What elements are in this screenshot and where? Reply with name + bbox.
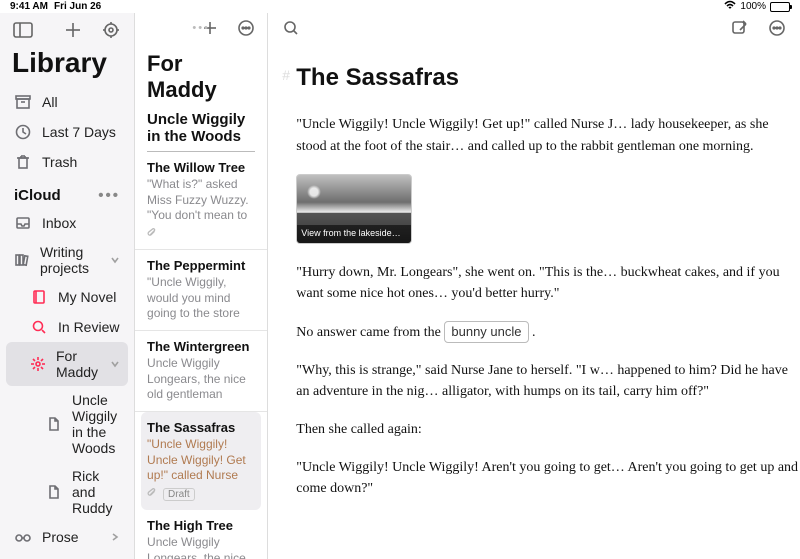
sidebar-item-label: All <box>42 94 58 110</box>
note-entry[interactable]: The Wintergreen Uncle Wiggily Longears, t… <box>135 331 267 412</box>
note-entry-preview: "Uncle Wiggily, would you mind going to … <box>147 275 255 322</box>
paragraph: "Uncle Wiggily! Uncle Wiggily! Aren't yo… <box>296 457 800 500</box>
sparkle-icon <box>30 355 46 373</box>
note-list-title: For Maddy <box>135 43 267 107</box>
archive-icon <box>14 93 32 111</box>
sidebar-item-last7[interactable]: Last 7 Days <box>6 117 128 147</box>
add-button[interactable] <box>62 19 84 41</box>
document-icon <box>46 483 62 501</box>
paperclip-icon <box>147 228 157 241</box>
note-entry-preview: "Uncle Wiggily! Uncle Wiggily! Get up!" … <box>147 437 255 484</box>
toggle-sidebar-button[interactable] <box>12 19 34 41</box>
chevron-down-icon[interactable] <box>110 356 120 372</box>
sidebar-item-label: Prose <box>42 529 79 545</box>
chevron-right-icon[interactable] <box>110 529 120 545</box>
sidebar-item-in-review[interactable]: In Review <box>6 312 128 342</box>
note-entry-title: The Wintergreen <box>147 339 255 354</box>
sidebar-item-all[interactable]: All <box>6 87 128 117</box>
paragraph: Then she called again: <box>296 419 800 441</box>
search-icon <box>30 318 48 336</box>
drag-handle-icon[interactable]: ••• <box>192 22 210 34</box>
search-in-note-button[interactable] <box>280 17 302 39</box>
sidebar-item-label: Rick and Ruddy <box>72 468 120 516</box>
sidebar-item-label: Inbox <box>42 215 76 231</box>
image-attachment[interactable]: View from the lakeside… <box>296 174 412 244</box>
wifi-icon <box>724 0 736 13</box>
sidebar-item-label: Last 7 Days <box>42 124 116 140</box>
note-list-group-header: Uncle Wiggily in the Woods <box>147 107 255 152</box>
library-sidebar: Library All Last 7 Days Trash iCloud ••• <box>0 13 135 559</box>
sidebar-item-rick-ruddy[interactable]: Rick and Ruddy <box>6 462 128 522</box>
note-entry[interactable]: The Sassafras "Uncle Wiggily! Uncle Wiggi… <box>141 412 261 510</box>
sidebar-item-label: In Review <box>58 319 119 335</box>
sidebar-item-label: Writing projects <box>40 244 100 276</box>
paperclip-icon <box>147 488 157 501</box>
note-entry[interactable]: The Willow Tree "What is?" asked Miss Fuz… <box>135 152 267 250</box>
status-bar: 9:41 AM Fri Jun 26 100% <box>0 0 800 13</box>
note-entry-meta: Draft <box>147 488 255 501</box>
compose-button[interactable] <box>728 17 750 39</box>
note-entry-meta <box>147 228 255 241</box>
battery-icon <box>770 2 790 12</box>
draft-badge: Draft <box>163 488 195 501</box>
sidebar-item-poetry[interactable]: Poetry <box>6 552 128 559</box>
sidebar-item-label: Uncle Wiggily in the Woods <box>72 392 120 456</box>
glasses-icon <box>14 528 32 546</box>
note-entry-title: The Peppermint <box>147 258 255 273</box>
note-entry-preview: Uncle Wiggily Longears, the nice rabbit … <box>147 535 255 559</box>
image-caption: View from the lakeside… <box>297 225 411 243</box>
note-list-panel: ••• For Maddy Uncle Wiggily in the Woods… <box>135 13 268 559</box>
editor-content[interactable]: # The Sassafras "Uncle Wiggily! Uncle Wi… <box>268 43 800 516</box>
settings-button[interactable] <box>100 19 122 41</box>
note-entry-preview: Uncle Wiggily Longears, the nice old gen… <box>147 356 255 403</box>
note-entry[interactable]: The Peppermint "Uncle Wiggily, would you … <box>135 250 267 331</box>
battery-percent: 100% <box>740 1 766 12</box>
paragraph: "Hurry down, Mr. Longears", she went on.… <box>296 262 800 305</box>
sidebar-item-uncle-wiggily[interactable]: Uncle Wiggily in the Woods <box>6 386 128 462</box>
clock-icon <box>14 123 32 141</box>
sidebar-item-writing-projects[interactable]: Writing projects <box>6 238 128 282</box>
sidebar-item-trash[interactable]: Trash <box>6 147 128 177</box>
status-date: Fri Jun 26 <box>54 1 101 12</box>
status-time: 9:41 AM <box>10 1 48 12</box>
paragraph: No answer came from the bunny uncle . <box>296 321 800 344</box>
note-entry-title: The Willow Tree <box>147 160 255 175</box>
sidebar-item-my-novel[interactable]: My Novel <box>6 282 128 312</box>
document-title: # The Sassafras <box>296 59 800 96</box>
note-entry-title: The High Tree <box>147 518 255 533</box>
ellipsis-icon[interactable]: ••• <box>98 187 120 204</box>
note-entry-preview: "What is?" asked Miss Fuzzy Wuzzy. "You … <box>147 177 255 224</box>
editor-more-button[interactable] <box>766 17 788 39</box>
list-more-button[interactable] <box>235 17 257 39</box>
sidebar-item-inbox[interactable]: Inbox <box>6 208 128 238</box>
notebook-icon <box>30 288 48 306</box>
sidebar-title: Library <box>6 47 128 87</box>
note-entry[interactable]: The High Tree Uncle Wiggily Longears, the… <box>135 510 267 559</box>
document-icon <box>46 415 62 433</box>
sidebar-item-prose[interactable]: Prose <box>6 522 128 552</box>
chevron-down-icon[interactable] <box>110 252 120 268</box>
paragraph: "Why, this is strange," said Nurse Jane … <box>296 360 800 403</box>
sidebar-section-icloud[interactable]: iCloud ••• <box>6 177 128 208</box>
sidebar-item-label: Trash <box>42 154 77 170</box>
inbox-icon <box>14 214 32 232</box>
trash-icon <box>14 153 32 171</box>
books-icon <box>14 251 30 269</box>
link-pill[interactable]: bunny uncle <box>444 321 528 343</box>
sidebar-item-label: My Novel <box>58 289 116 305</box>
paragraph: "Uncle Wiggily! Uncle Wiggily! Get up!" … <box>296 114 800 157</box>
sidebar-item-label: For Maddy <box>56 348 100 380</box>
editor-panel: # The Sassafras "Uncle Wiggily! Uncle Wi… <box>268 13 800 559</box>
heading-marker-icon: # <box>282 65 290 87</box>
sidebar-item-for-maddy[interactable]: For Maddy <box>6 342 128 386</box>
note-entry-title: The Sassafras <box>147 420 255 435</box>
